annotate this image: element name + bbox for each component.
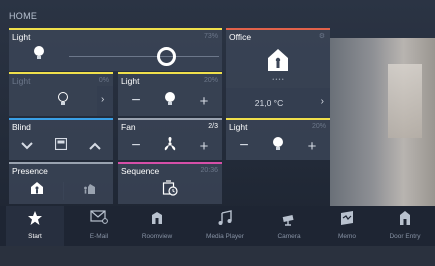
nav-label: Door Entry (389, 233, 421, 240)
bulb-toggle-button[interactable] (156, 88, 184, 114)
nav-label: Roomview (141, 233, 173, 240)
tile-sequence[interactable]: Sequence 20:36 (118, 162, 222, 204)
sequence-play-button[interactable] (156, 177, 184, 203)
bulb-outline-icon (57, 91, 69, 112)
bulb-icon (33, 45, 45, 66)
chevron-right-icon[interactable]: › (321, 96, 324, 107)
light-small-detail[interactable]: › (97, 86, 113, 116)
star-icon (27, 210, 43, 228)
nav-label: Media Player (206, 233, 244, 240)
tile-value: 0% (98, 77, 109, 84)
nav-camera[interactable]: Camera (260, 206, 318, 246)
minus-button[interactable]: − (122, 88, 150, 114)
tile-title: Sequence (121, 166, 160, 176)
tile-fan[interactable]: Fan 2/3 − + (118, 118, 222, 160)
nav-media-player[interactable]: Media Player (196, 206, 254, 246)
fan-toggle-button[interactable] (156, 133, 184, 159)
temperature-value: 21,0 °C (254, 98, 284, 108)
minus-button[interactable]: − (230, 133, 258, 159)
plus-button[interactable]: + (298, 133, 326, 159)
music-icon (217, 210, 233, 228)
mail-icon (90, 210, 108, 228)
nav-label: Camera (277, 233, 301, 240)
tile-light-third[interactable]: Light 20% − + (226, 118, 330, 160)
tile-value: 2/3 (208, 123, 218, 130)
house-person-icon (30, 181, 44, 200)
brightness-slider-handle[interactable] (157, 47, 176, 66)
office-house-icon (260, 44, 296, 76)
settings-icon[interactable]: ⚙ (319, 32, 325, 40)
minus-button[interactable]: − (122, 133, 150, 159)
tile-blind[interactable]: Blind (9, 118, 113, 160)
tile-title: Presence (12, 166, 48, 176)
tile-value: 20% (203, 77, 218, 84)
chevron-down-icon (21, 137, 33, 155)
nav-label: Start (28, 233, 42, 240)
person-away-icon (82, 181, 96, 200)
tile-title: Blind (12, 122, 31, 132)
tile-value: 73% (203, 33, 218, 40)
room-background-photo (330, 38, 435, 206)
bottom-reflection (0, 246, 435, 266)
tile-light-small[interactable]: Light 0% › (9, 72, 113, 116)
presence-away-button[interactable] (67, 177, 111, 203)
tile-presence[interactable]: Presence (9, 162, 113, 204)
nav-start[interactable]: Start (6, 206, 64, 246)
blind-down-button[interactable] (11, 133, 43, 159)
tile-light-dimmer[interactable]: Light 20% − + (118, 72, 222, 116)
divider (63, 182, 64, 200)
nav-label: Memo (337, 233, 357, 240)
plus-button[interactable]: + (190, 88, 218, 114)
temperature-row[interactable]: 21,0 °C › (226, 88, 330, 118)
save-icon (54, 137, 68, 155)
chevron-right-icon: › (101, 94, 105, 105)
tile-office[interactable]: Office ⚙ • • • • 21,0 °C › (226, 28, 330, 118)
nav-roomview[interactable]: Roomview (128, 206, 186, 246)
tile-title: Light (121, 76, 140, 86)
room-icon (149, 210, 165, 228)
memo-icon (339, 210, 355, 228)
bottom-navigation: Start E-Mail Roomview Media Player Camer… (0, 206, 435, 246)
brightness-slider-track[interactable] (69, 56, 219, 57)
nav-email[interactable]: E-Mail (70, 206, 128, 246)
nav-label: E-Mail (89, 233, 109, 240)
door-icon (398, 210, 412, 228)
header: HOME (0, 0, 435, 26)
nav-door-entry[interactable]: Door Entry (376, 206, 434, 246)
tile-title: Office (229, 32, 252, 42)
sequence-clock-icon (162, 179, 178, 201)
presence-home-button[interactable] (15, 177, 59, 203)
camera-icon (280, 210, 298, 228)
chevron-up-icon (89, 137, 101, 155)
bulb-outline-button[interactable] (45, 88, 81, 114)
tile-title: Light (12, 76, 31, 86)
bulb-toggle-button[interactable] (13, 42, 65, 68)
bulb-icon (272, 136, 284, 157)
tile-title: Light (12, 32, 31, 42)
tile-value: 20% (311, 123, 326, 130)
bulb-icon (164, 91, 176, 112)
blind-stop-button[interactable] (45, 133, 77, 159)
blind-up-button[interactable] (79, 133, 111, 159)
tile-light-main[interactable]: Light 73% (9, 28, 222, 71)
nav-memo[interactable]: Memo (318, 206, 376, 246)
smart-home-app: HOME Light 73% Office ⚙ • • • • 21,0 °C … (0, 0, 435, 266)
tile-value: 20:36 (200, 167, 218, 174)
pager-dots: • • • • (272, 77, 284, 83)
page-title: HOME (9, 11, 38, 21)
tile-title: Fan (121, 122, 136, 132)
tile-title: Light (229, 122, 248, 132)
fan-icon (162, 136, 178, 157)
bulb-toggle-button[interactable] (264, 133, 292, 159)
plus-button[interactable]: + (190, 133, 218, 159)
